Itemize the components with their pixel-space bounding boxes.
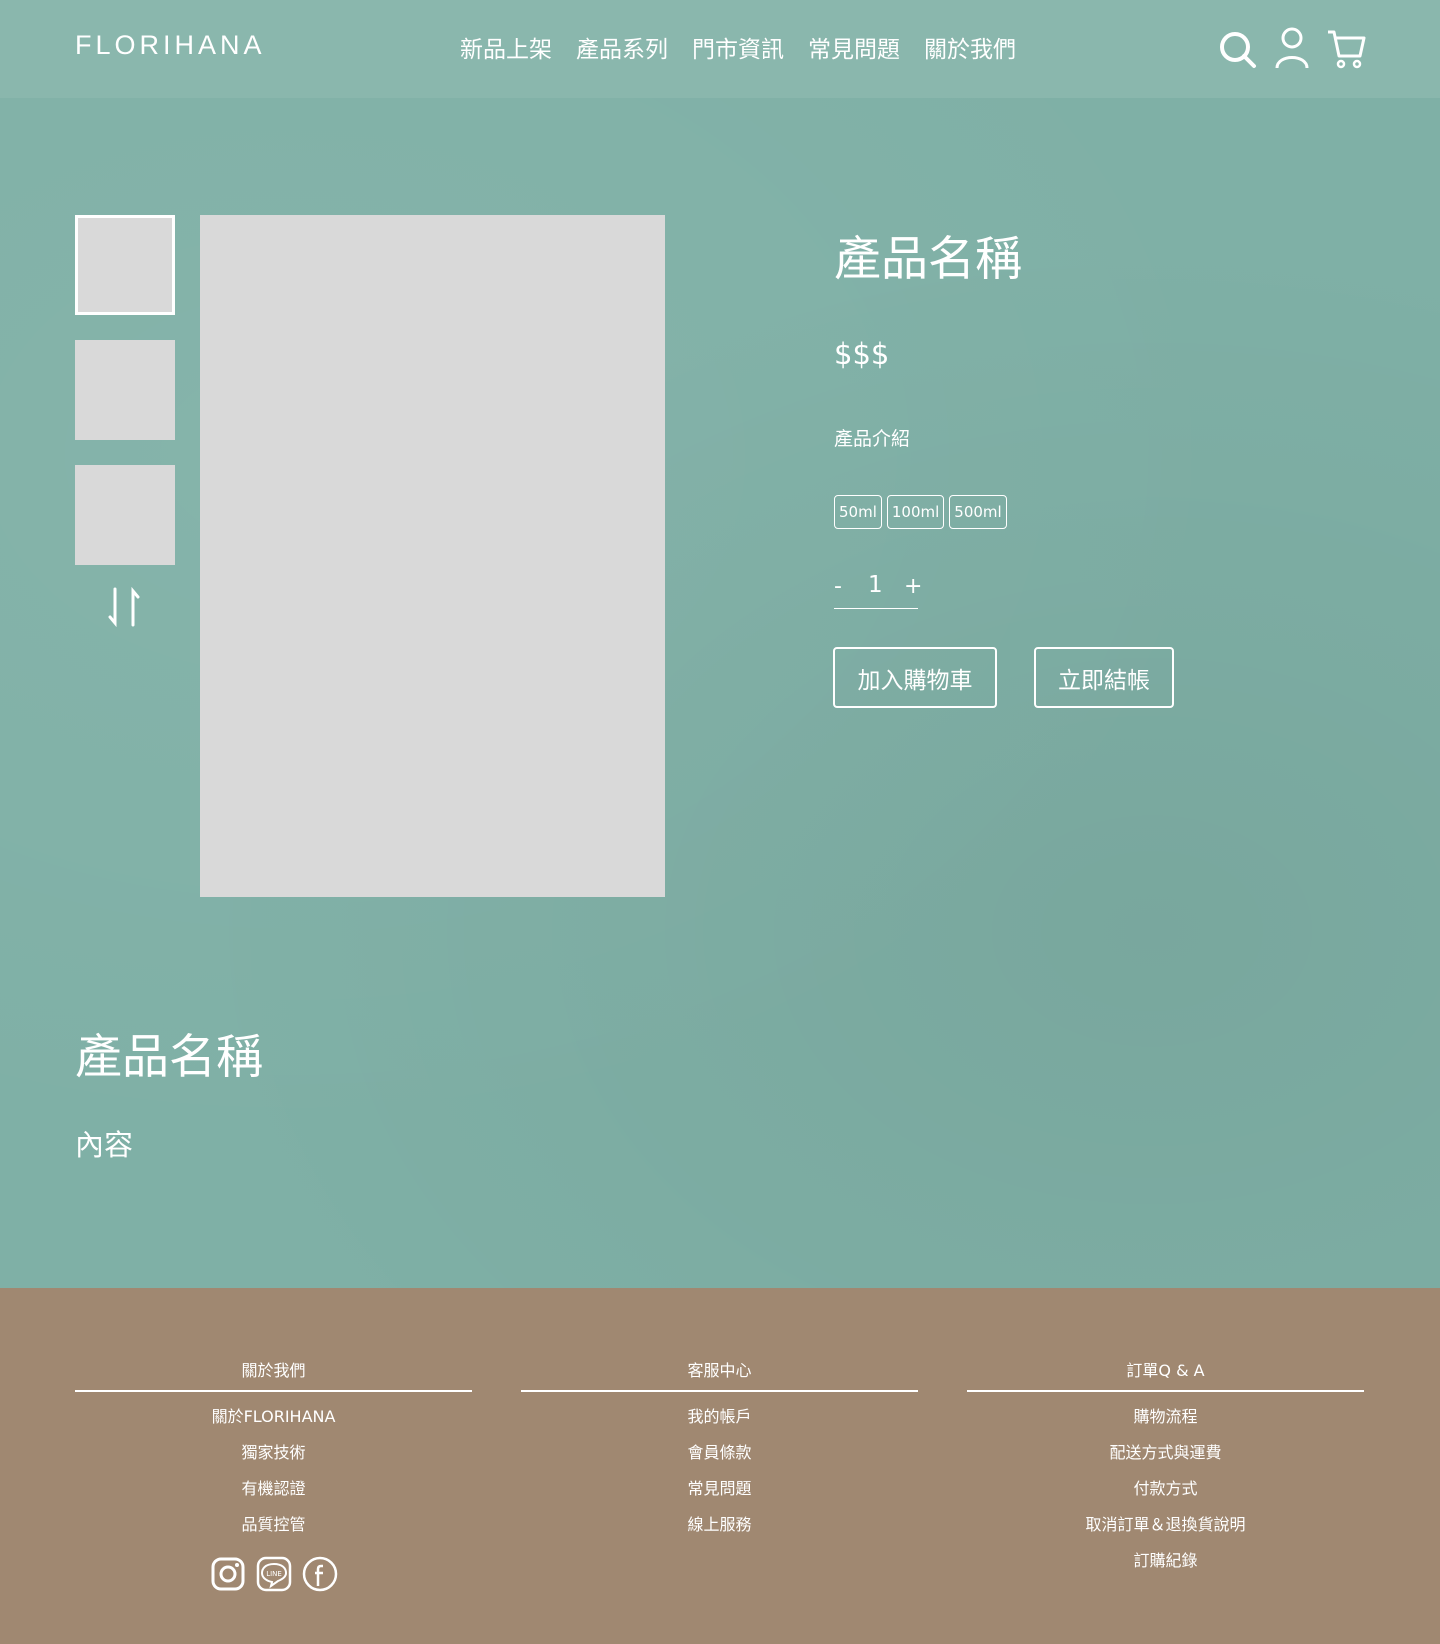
line-icon[interactable]: LINE — [256, 1556, 292, 1592]
footer-link[interactable]: 品質控管 — [75, 1512, 472, 1548]
nav-item-series[interactable]: 產品系列 — [576, 30, 668, 64]
size-option-50ml[interactable]: 50ml — [834, 495, 882, 529]
header-icons — [1218, 26, 1366, 70]
quantity-stepper: - 1 + — [834, 572, 922, 609]
footer-link[interactable]: 訂購紀錄 — [967, 1548, 1364, 1584]
footer-link[interactable]: 獨家技術 — [75, 1440, 472, 1476]
footer-column-title: 關於我們 — [75, 1358, 472, 1392]
quantity-minus-button[interactable]: - — [834, 574, 842, 599]
footer-column-orders: 訂單Q & A 購物流程 配送方式與運費 付款方式 取消訂單＆退換貨說明 訂購紀… — [967, 1358, 1364, 1584]
quantity-plus-button[interactable]: + — [904, 574, 922, 599]
footer-link[interactable]: 線上服務 — [521, 1512, 918, 1548]
footer-link[interactable]: 付款方式 — [967, 1476, 1364, 1512]
site-footer: 關於我們 關於FLORIHANA 獨家技術 有機認證 品質控管 LINE 客服中… — [0, 1288, 1440, 1644]
thumbnail-2[interactable] — [75, 340, 175, 440]
size-option-500ml[interactable]: 500ml — [949, 495, 1007, 529]
footer-link[interactable]: 常見問題 — [521, 1476, 918, 1512]
instagram-icon[interactable] — [210, 1556, 246, 1592]
product-price: $$$ — [834, 337, 890, 371]
footer-column-title: 客服中心 — [521, 1358, 918, 1392]
footer-link[interactable]: 配送方式與運費 — [967, 1440, 1364, 1476]
search-icon[interactable] — [1218, 26, 1258, 70]
add-to-cart-button[interactable]: 加入購物車 — [833, 647, 997, 708]
thumbnail-3[interactable] — [75, 465, 175, 565]
quantity-value[interactable]: 1 — [868, 572, 883, 598]
checkout-button[interactable]: 立即結帳 — [1034, 647, 1174, 708]
social-links: LINE — [75, 1556, 472, 1592]
footer-link[interactable]: 有機認證 — [75, 1476, 472, 1512]
detail-content: 內容 — [75, 1128, 134, 1162]
footer-link[interactable]: 購物流程 — [967, 1404, 1364, 1440]
product-intro: 產品介紹 — [834, 428, 911, 450]
footer-link[interactable]: 關於FLORIHANA — [75, 1404, 472, 1440]
nav-item-stores[interactable]: 門市資訊 — [692, 30, 784, 64]
main-nav: 新品上架 產品系列 門市資訊 常見問題 關於我們 — [460, 30, 1016, 64]
site-header: FLORIHANA 新品上架 產品系列 門市資訊 常見問題 關於我們 — [0, 0, 1440, 98]
size-options: 50ml 100ml 500ml — [834, 495, 1007, 529]
product-title: 產品名稱 — [834, 232, 1022, 287]
product-main-image — [200, 215, 665, 897]
cart-icon[interactable] — [1326, 26, 1366, 70]
nav-item-new[interactable]: 新品上架 — [460, 30, 552, 64]
brand-logo[interactable]: FLORIHANA — [75, 30, 266, 61]
svg-text:LINE: LINE — [266, 1570, 282, 1578]
facebook-icon[interactable] — [302, 1556, 338, 1592]
size-option-100ml[interactable]: 100ml — [886, 495, 945, 529]
detail-title: 產品名稱 — [75, 1030, 263, 1085]
footer-link[interactable]: 取消訂單＆退換貨說明 — [967, 1512, 1364, 1548]
footer-column-service: 客服中心 我的帳戶 會員條款 常見問題 線上服務 — [521, 1358, 918, 1548]
thumbnail-1[interactable] — [75, 215, 175, 315]
user-icon[interactable] — [1272, 26, 1312, 70]
footer-column-about: 關於我們 關於FLORIHANA 獨家技術 有機認證 品質控管 LINE — [75, 1358, 472, 1592]
footer-link[interactable]: 我的帳戶 — [521, 1404, 918, 1440]
nav-item-about[interactable]: 關於我們 — [924, 30, 1016, 64]
swap-arrows-icon[interactable] — [103, 587, 147, 627]
footer-column-title: 訂單Q & A — [967, 1358, 1364, 1392]
footer-link[interactable]: 會員條款 — [521, 1440, 918, 1476]
nav-item-faq[interactable]: 常見問題 — [808, 30, 900, 64]
